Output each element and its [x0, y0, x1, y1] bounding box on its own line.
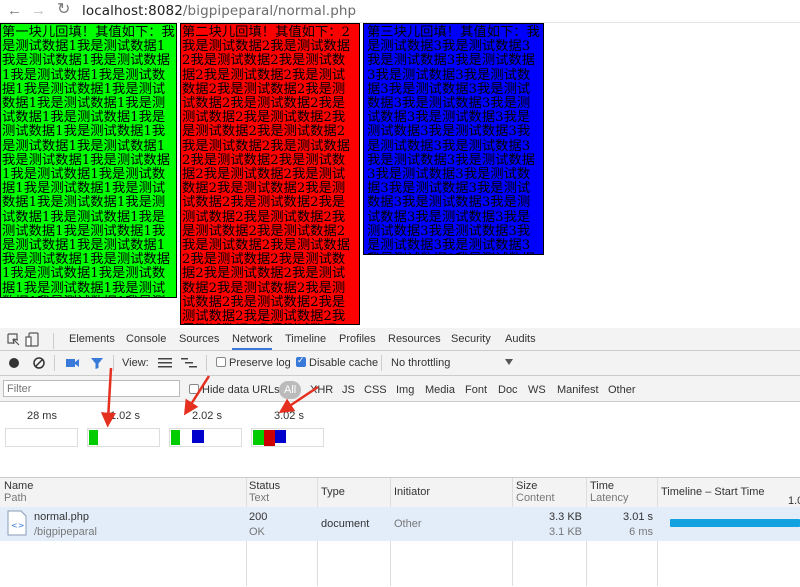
frame-block-red — [264, 430, 275, 446]
tab-profiles[interactable]: Profiles — [339, 331, 376, 347]
tab-console[interactable]: Console — [126, 331, 166, 347]
request-path: /bigpipeparal — [34, 526, 97, 538]
request-time: 3.01 s — [623, 511, 653, 523]
col-timeline-header[interactable]: Timeline – Start Time — [661, 486, 765, 498]
annotation-arrows — [100, 367, 319, 428]
request-status-text: OK — [249, 526, 265, 538]
col-initiator-header[interactable]: Initiator — [394, 486, 430, 498]
col-size-header[interactable]: Size Content — [516, 480, 555, 504]
tab-elements[interactable]: Elements — [69, 331, 115, 347]
address-bar[interactable]: localhost:8082/bigpipeparal/normal.php — [82, 1, 356, 21]
filmstrip-frame-2[interactable] — [87, 428, 160, 447]
col-text-label: Text — [249, 492, 270, 504]
filter-media[interactable]: Media — [425, 383, 455, 397]
col-size-label: Size — [516, 480, 538, 492]
request-initiator: Other — [394, 518, 422, 530]
col-status-label: Status — [249, 480, 281, 492]
col-status-header[interactable]: Status Text — [249, 480, 280, 504]
tab-separator — [53, 333, 54, 349]
content-block-3: 第三块儿回填！其值如下：我是测试数据3我是测试数据3我是测试数据3我是测试数据3… — [363, 23, 544, 255]
col-time-label: Time — [590, 480, 615, 492]
content-block-2: 第二块儿回填！其值如下：2我是测试数据2我是测试数据2我是测试数据2我是测试数据… — [180, 23, 360, 325]
svg-text:<>: <> — [11, 521, 24, 530]
filter-other[interactable]: Other — [608, 383, 636, 397]
tab-sources[interactable]: Sources — [179, 331, 219, 347]
tab-timeline[interactable]: Timeline — [285, 331, 326, 347]
document-file-icon: <> — [7, 510, 27, 536]
filter-manifest[interactable]: Manifest — [557, 383, 599, 397]
request-type: document — [321, 518, 370, 530]
url-path: /bigpipeparal/normal.php — [182, 3, 357, 19]
col-time-header[interactable]: Time Latency — [590, 480, 629, 504]
chevron-down-icon[interactable] — [505, 359, 513, 365]
col-name-label: Name — [4, 480, 34, 492]
filter-css[interactable]: CSS — [364, 383, 387, 397]
throttling-select[interactable]: No throttling — [391, 356, 450, 370]
col-content-label: Content — [516, 492, 555, 504]
col-path-label: Path — [4, 492, 27, 504]
frame-block-green — [171, 430, 180, 445]
filmstrip-frame-4[interactable] — [251, 428, 324, 447]
request-size: 3.3 KB — [548, 511, 582, 523]
tab-security[interactable]: Security — [451, 331, 491, 347]
filter-js[interactable]: JS — [342, 383, 355, 397]
back-button[interactable]: ← — [7, 2, 22, 20]
tab-resources[interactable]: Resources — [388, 331, 441, 347]
url-host: localhost:8082 — [82, 3, 183, 19]
tab-audits[interactable]: Audits — [505, 331, 536, 347]
frame-block-blue — [275, 430, 286, 443]
reload-icon[interactable]: ↻ — [57, 1, 70, 19]
tab-network[interactable]: Network — [232, 331, 273, 350]
filmstrip-frame-3[interactable] — [169, 428, 242, 447]
filter-font[interactable]: Font — [465, 383, 487, 397]
timeline-tick: 1.0 — [788, 495, 800, 507]
request-status: 200 — [249, 511, 268, 523]
filter-ws[interactable]: WS — [528, 383, 546, 397]
forward-button[interactable]: → — [31, 2, 46, 20]
col-type-header[interactable]: Type — [321, 486, 345, 498]
request-name[interactable]: normal.php — [34, 511, 89, 523]
col-name-header[interactable]: Name Path — [4, 480, 33, 504]
filmstrip-frame-1[interactable] — [5, 428, 78, 447]
filter-img[interactable]: Img — [396, 383, 414, 397]
inspect-icon[interactable] — [6, 332, 42, 348]
col-latency-label: Latency — [590, 492, 629, 504]
waterfall-bar[interactable] — [670, 519, 800, 527]
toolbar-separator — [381, 355, 382, 371]
frame-block-green — [253, 430, 264, 445]
request-latency: 6 ms — [629, 526, 653, 538]
filter-doc[interactable]: Doc — [498, 383, 518, 397]
request-content-size: 3.1 KB — [548, 526, 582, 538]
frame-block-blue — [192, 430, 204, 443]
content-block-1: 第一块儿回填！其值如下：我是测试数据1我是测试数据1我是测试数据1我是测试数据1… — [0, 23, 177, 298]
frame-block-green — [89, 430, 98, 445]
